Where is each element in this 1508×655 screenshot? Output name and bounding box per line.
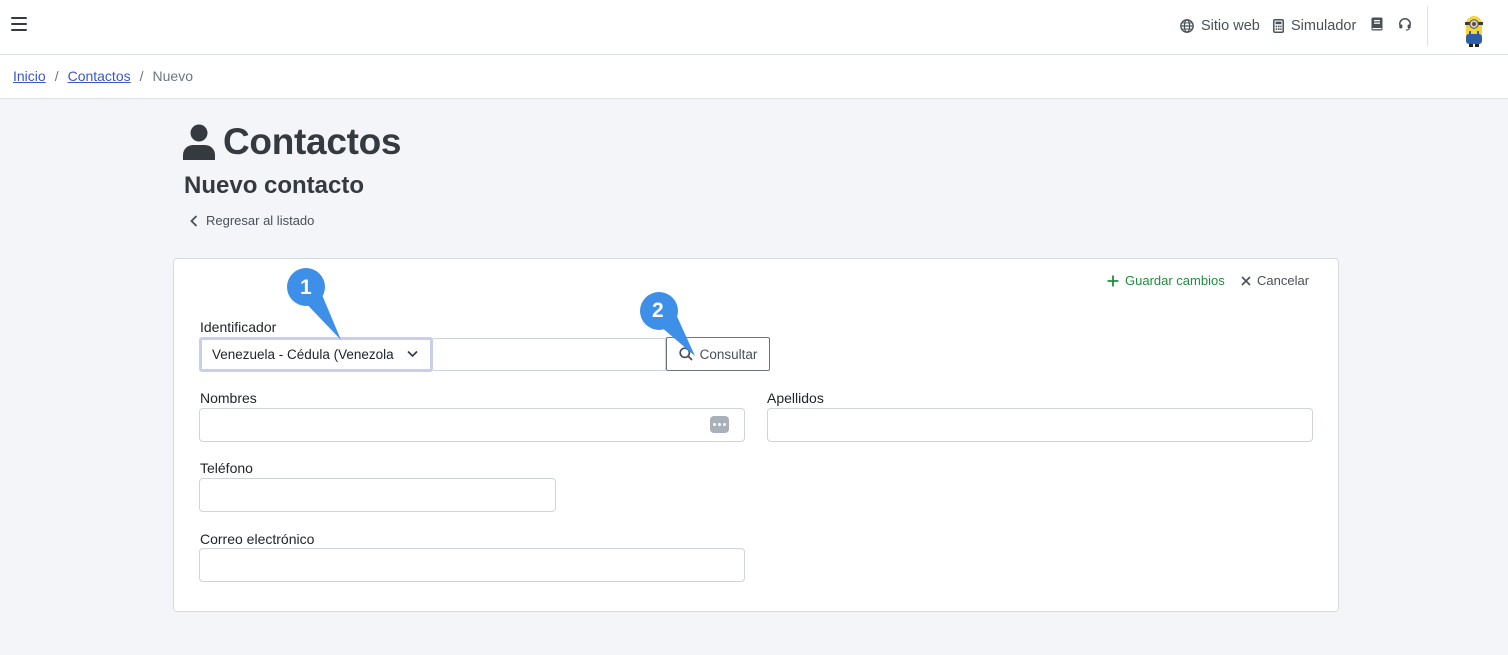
user-icon bbox=[183, 124, 215, 160]
simulator-label: Simulador bbox=[1291, 18, 1357, 34]
chevron-down-icon bbox=[407, 350, 418, 358]
consult-label: Consultar bbox=[699, 346, 758, 362]
save-changes-button[interactable]: Guardar cambios bbox=[1107, 273, 1225, 288]
breadcrumb-current: Nuevo bbox=[152, 68, 193, 84]
breadcrumb-separator: / bbox=[54, 68, 59, 84]
page-subtitle: Nuevo contacto bbox=[184, 172, 365, 199]
identifier-type-value: Venezuela - Cédula (Venezola bbox=[212, 347, 394, 362]
callout-marker-2 bbox=[640, 292, 695, 356]
last-names-field[interactable] bbox=[767, 408, 1313, 442]
top-navbar: Sitio web Simulador bbox=[0, 0, 1508, 55]
names-label: Nombres bbox=[200, 390, 257, 406]
breadcrumb-contacts-link[interactable]: Contactos bbox=[68, 68, 131, 84]
identifier-label: Identificador bbox=[200, 319, 277, 335]
simulator-link[interactable]: Simulador bbox=[1273, 17, 1356, 35]
chevron-left-icon bbox=[190, 214, 198, 227]
back-to-list-link[interactable]: Regresar al listado bbox=[190, 213, 314, 228]
email-label: Correo electrónico bbox=[200, 531, 315, 547]
identifier-type-select[interactable]: Venezuela - Cédula (Venezola bbox=[199, 337, 433, 372]
calculator-icon bbox=[1273, 19, 1284, 33]
website-label: Sitio web bbox=[1201, 18, 1260, 34]
last-names-label: Apellidos bbox=[767, 390, 824, 406]
breadcrumb-separator: / bbox=[139, 68, 144, 84]
phone-label: Teléfono bbox=[200, 460, 253, 476]
page-title: Contactos bbox=[183, 121, 402, 163]
cancel-label: Cancelar bbox=[1257, 273, 1310, 288]
breadcrumb-bar: Inicio / Contactos / Nuevo bbox=[0, 55, 1508, 99]
headset-icon[interactable] bbox=[1398, 17, 1412, 31]
globe-icon bbox=[1180, 19, 1194, 33]
phone-field[interactable] bbox=[199, 478, 556, 512]
website-link[interactable]: Sitio web bbox=[1180, 17, 1260, 35]
back-to-list-label: Regresar al listado bbox=[206, 213, 315, 228]
close-icon bbox=[1241, 275, 1251, 286]
callout-number-1: 1 bbox=[300, 276, 312, 299]
cancel-button[interactable]: Cancelar bbox=[1241, 273, 1309, 288]
names-field[interactable] bbox=[199, 408, 745, 442]
identifier-number-input[interactable] bbox=[433, 338, 666, 371]
hamburger-icon[interactable] bbox=[11, 16, 27, 32]
callout-marker-1 bbox=[287, 268, 341, 340]
plus-icon bbox=[1107, 275, 1119, 286]
book-icon[interactable] bbox=[1371, 17, 1383, 31]
page-title-text: Contactos bbox=[223, 121, 402, 162]
save-changes-label: Guardar cambios bbox=[1125, 273, 1225, 288]
breadcrumb-home-link[interactable]: Inicio bbox=[13, 68, 46, 84]
avatar[interactable] bbox=[1460, 13, 1488, 47]
breadcrumb: Inicio / Contactos / Nuevo bbox=[13, 68, 193, 84]
dots-icon[interactable] bbox=[710, 416, 729, 433]
callout-number-2: 2 bbox=[652, 299, 664, 322]
email-field[interactable] bbox=[199, 548, 745, 582]
navbar-divider bbox=[1427, 6, 1428, 46]
